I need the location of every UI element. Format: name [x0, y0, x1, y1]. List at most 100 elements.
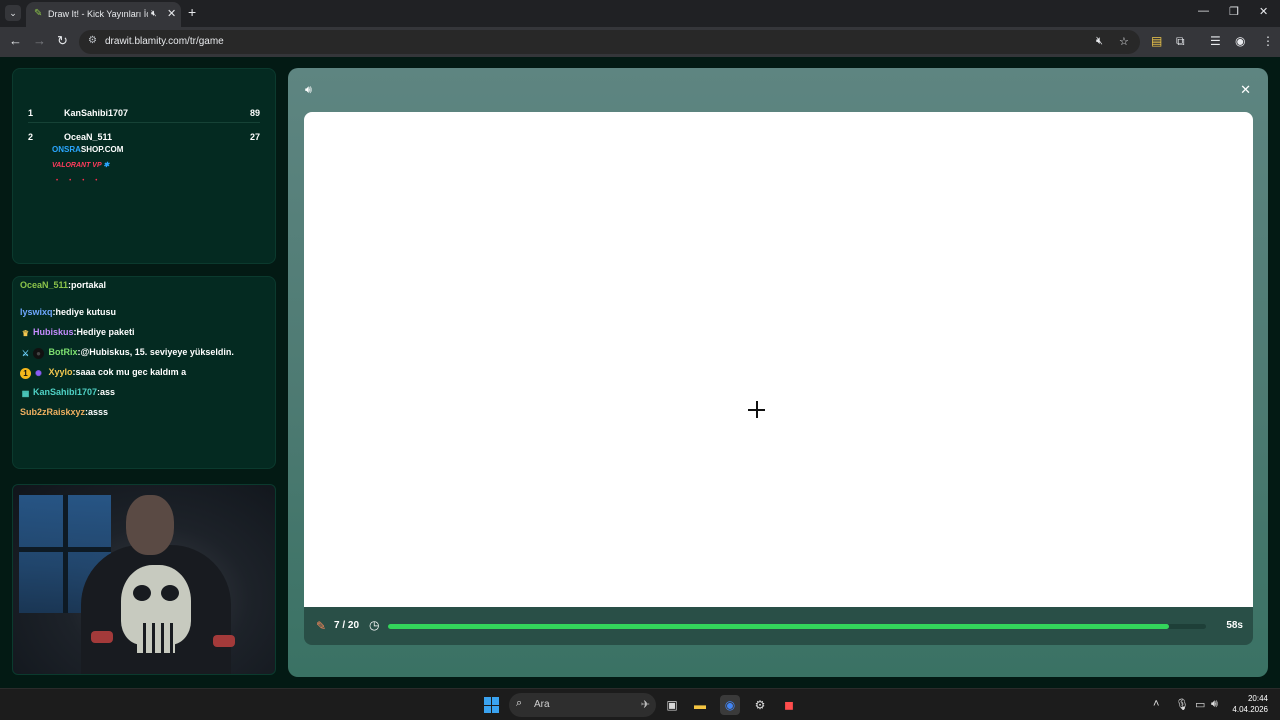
time-progress-fill — [388, 624, 1170, 629]
windows-start-icon[interactable] — [484, 697, 500, 713]
chat-message: ♛ Hubiskus:Hediye paketi — [21, 327, 135, 338]
profile-avatar-icon[interactable]: ◉ — [1235, 34, 1245, 48]
sponsor-ad-brand[interactable]: ONSRASHOP.COM — [52, 145, 123, 154]
pencil-icon: ✎ — [316, 619, 327, 633]
chat-username[interactable]: Sub2zRaiskxyz — [20, 407, 85, 417]
leaderboard-rank: 2 — [28, 132, 34, 142]
url-text: drawit.blamity.com/tr/game — [105, 36, 224, 47]
drawing-game-container: 🔊︎ ✕ ✎ 7 / 20 ◷ 58s — [288, 68, 1268, 677]
chat-message: ⚔ ● BotRix:@Hubiskus, 15. seviyeye yüksel… — [21, 347, 234, 359]
gem-badge-icon: ✺ — [35, 369, 42, 378]
clock-date: 4.04.2026 — [1232, 705, 1268, 714]
drawing-canvas[interactable] — [304, 112, 1253, 607]
close-game-icon[interactable]: ✕ — [1240, 82, 1251, 98]
chat-text: ass — [100, 387, 116, 397]
sponsor-dots-decoration: •••• — [56, 178, 109, 184]
sponsor-brand-rest: SHOP.COM — [80, 145, 124, 154]
video-skull-teeth — [137, 623, 175, 653]
search-icon: ⌕ — [516, 697, 523, 709]
leaderboard-divider — [28, 122, 260, 123]
address-bar[interactable]: ⚙ drawit.blamity.com/tr/game 🔇︎ ☆ — [79, 30, 1140, 54]
video-skull-eye — [133, 585, 151, 601]
system-clock[interactable]: 20:44 4.04.2026 — [1232, 693, 1268, 715]
chat-message: Sub2zRaiskxyz:asss — [20, 407, 109, 417]
chat-message: OceaN_511:portakal — [20, 280, 107, 290]
sponsor-mascot-icon: ✱ — [103, 162, 110, 169]
tab-muted-icon[interactable]: 🔇︎ — [151, 8, 157, 19]
sword-badge-icon: ⚔ — [21, 349, 30, 358]
chrome-taskbar-icon[interactable]: ◉ — [720, 695, 740, 715]
bot-badge-icon: ● — [33, 348, 44, 359]
video-person-head — [126, 495, 174, 555]
tab-close-icon[interactable]: ✕ — [167, 7, 176, 20]
site-info-icon[interactable]: ⚙ — [88, 35, 97, 46]
leaderboard-score: 89 — [249, 108, 260, 118]
chat-text: portakal — [71, 280, 107, 290]
new-tab-button[interactable]: + — [188, 4, 196, 20]
browser-toolbar: ← → ↻ ⚙ drawit.blamity.com/tr/game 🔇︎ ☆ … — [0, 27, 1280, 57]
minimize-button[interactable]: — — [1198, 5, 1209, 17]
sponsor-product-label: VALORANT VP — [52, 162, 102, 169]
windows-taskbar: ⌕ Ara ✈ ▣ ▬ ◉ ⚙ ◼ ˄ 🎙︎ ▭ 🔊︎ 20:44 4.04.2… — [0, 688, 1280, 720]
back-arrow-icon[interactable]: ← — [9, 34, 22, 48]
recording-app-icon[interactable]: ◼ — [779, 695, 799, 715]
extensions-puzzle-icon[interactable]: ⧉ — [1176, 34, 1185, 49]
taskbar-search-box[interactable]: ⌕ Ara ✈ — [509, 693, 656, 717]
time-progress-bar — [388, 624, 1206, 629]
chat-text: hediye kutusu — [55, 307, 117, 317]
chat-panel[interactable]: OceaN_511:portakal lyswixq:hediye kutusu… — [12, 276, 276, 469]
video-window-frame — [63, 495, 68, 613]
leaderboard-rank: 1 — [28, 108, 34, 118]
chrome-menu-icon[interactable]: ⋮ — [1262, 34, 1274, 48]
chat-username[interactable]: lyswixq — [20, 307, 53, 317]
tab-search-button[interactable]: ⌄ — [5, 5, 21, 21]
restore-button[interactable]: ❐ — [1229, 5, 1239, 18]
crosshair-cursor-icon — [756, 401, 758, 418]
forward-arrow-icon[interactable]: → — [33, 34, 46, 48]
reload-icon[interactable]: ↻ — [57, 34, 68, 48]
steam-taskbar-icon[interactable]: ⚙ — [750, 695, 770, 715]
volume-icon[interactable]: 🔊︎ — [305, 84, 312, 97]
speaker-icon[interactable]: 🔊︎ — [1211, 698, 1218, 711]
site-muted-icon[interactable]: 🔇︎ — [1096, 35, 1103, 48]
media-control-icon[interactable]: ☰ — [1210, 34, 1221, 48]
video-window-frame — [19, 547, 111, 552]
leaderboard-score: 27 — [249, 132, 260, 142]
crown-badge-icon: ♛ — [21, 329, 30, 338]
chat-username[interactable]: Hubiskus — [33, 327, 74, 337]
file-explorer-icon[interactable]: ▬ — [690, 695, 710, 715]
microphone-icon[interactable]: 🎙︎ — [1175, 698, 1189, 711]
site-favicon-icon: ✎ — [34, 8, 43, 19]
round-status-bar: ✎ 7 / 20 ◷ 58s — [304, 607, 1253, 645]
window-close-button[interactable]: ✕ — [1259, 5, 1268, 18]
chat-message: 1 ✺ Xyylo:saaa cok mu gec kaldım a — [20, 367, 186, 379]
search-highlight-art-icon: ✈ — [640, 699, 650, 711]
chat-username[interactable]: OceaN_511 — [20, 280, 68, 290]
chat-username[interactable]: BotRix — [49, 347, 78, 357]
sponsor-ad-product[interactable]: VALORANT VP ✱ — [52, 161, 109, 169]
wallet-extension-icon[interactable]: ▤ — [1151, 34, 1162, 48]
chat-username[interactable]: Xyylo — [49, 367, 73, 377]
chat-message: ▦ KanSahibi1707:ass — [21, 387, 116, 398]
chat-text: Hediye paketi — [76, 327, 135, 337]
video-skull-eye — [161, 585, 179, 601]
game-page: 1 KanSahibi1707 89 2 OceaN_511 27 ONSRAS… — [0, 57, 1280, 688]
network-icon[interactable]: ▭ — [1195, 698, 1205, 711]
streamer-webcam-video — [12, 484, 276, 675]
chat-message: lyswixq:hediye kutusu — [20, 307, 117, 317]
sponsor-brand-accent: ONSRA — [52, 145, 81, 154]
video-person-hand — [91, 631, 113, 643]
chat-text: asss — [88, 407, 109, 417]
tab-title: Draw It! - Kick Yayınları İçin — [48, 9, 148, 19]
chat-text: @Hubiskus, 15. seviyeye yükseldin. — [80, 347, 234, 357]
tray-overflow-chevron-icon[interactable]: ˄ — [1153, 698, 1159, 710]
clock-time: 20:44 — [1247, 694, 1268, 703]
video-person-hand — [213, 635, 235, 647]
browser-tab[interactable]: ✎ Draw It! - Kick Yayınları İçin 🔇︎ ✕ — [26, 2, 181, 27]
chat-text: saaa cok mu gec kaldım a — [75, 367, 187, 377]
time-remaining: 58s — [1226, 620, 1243, 631]
task-view-icon[interactable]: ▣ — [662, 695, 682, 715]
chat-username[interactable]: KanSahibi1707 — [33, 387, 97, 397]
leaderboard-player-name: KanSahibi1707 — [64, 108, 129, 118]
bookmark-star-icon[interactable]: ☆ — [1119, 35, 1129, 48]
